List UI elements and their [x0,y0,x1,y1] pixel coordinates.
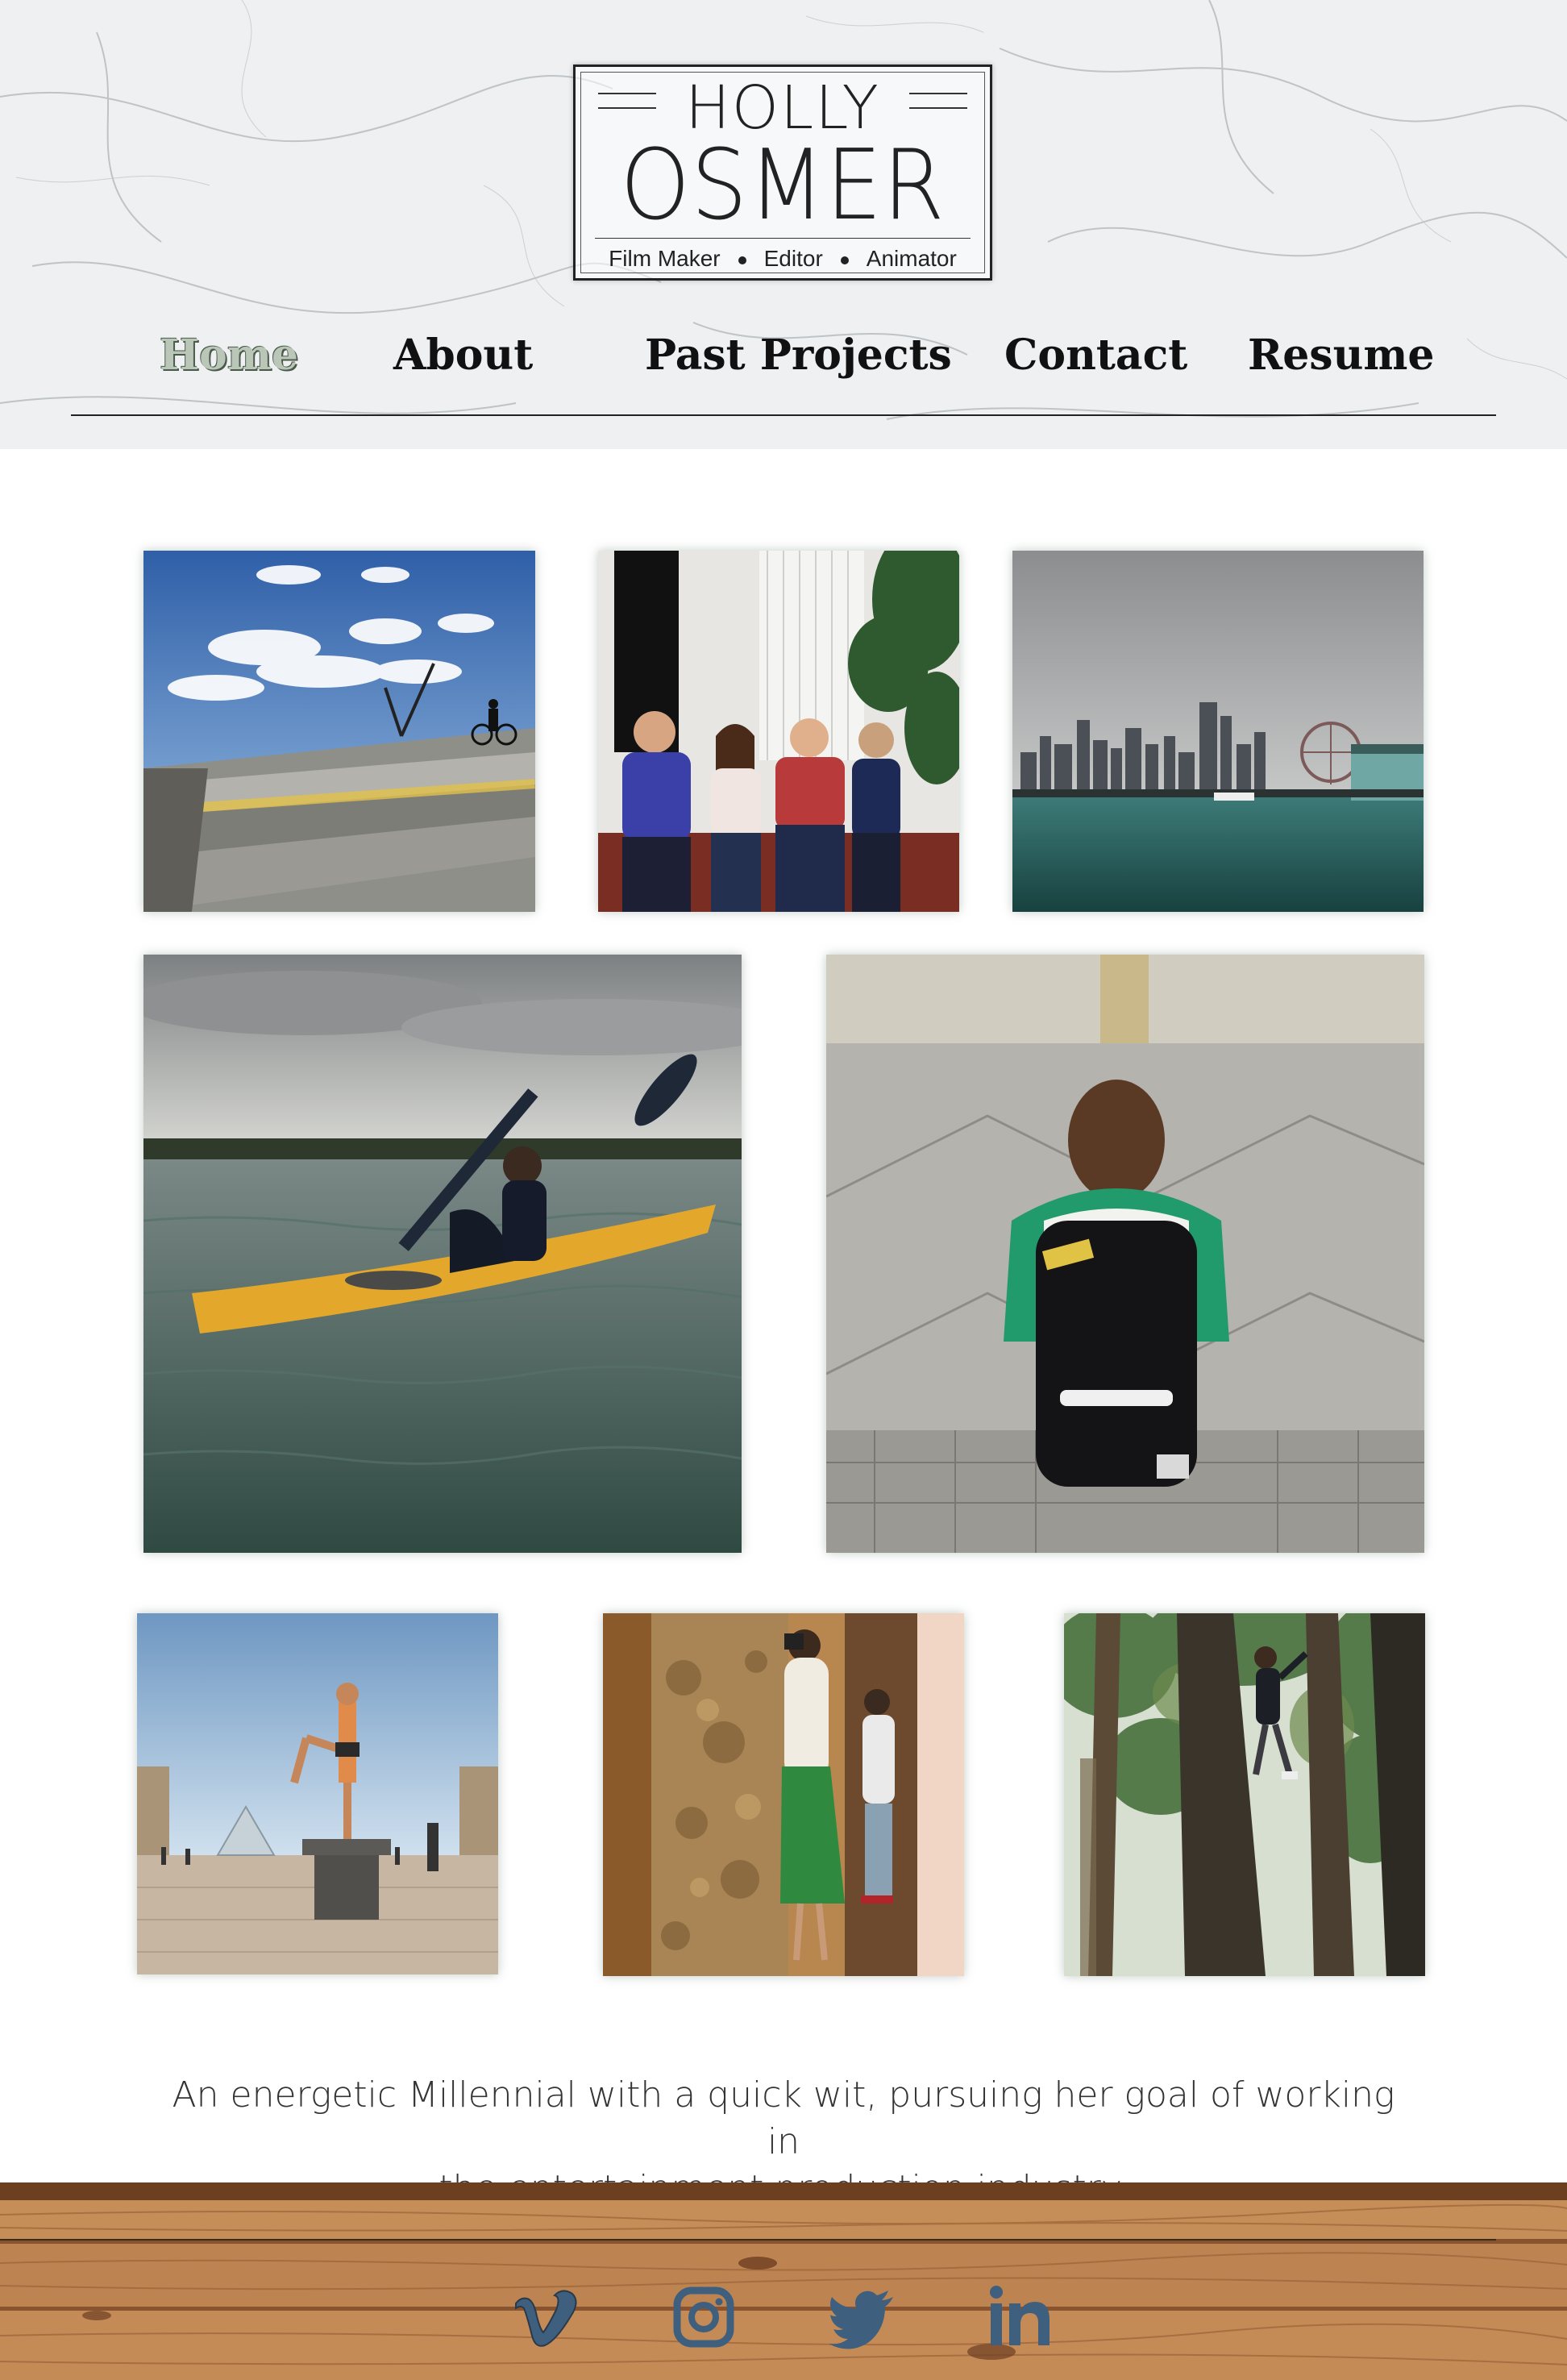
site-logo[interactable]: HOLLY OSMER Film Maker Editor Animator [573,64,992,281]
photo-image [1064,1613,1425,1976]
bullet-icon [840,256,849,264]
gallery-photo-steps[interactable] [143,551,535,912]
logo-first-name: HOLLY [685,73,880,143]
logo-roles: Film Maker Editor Animator [576,248,990,270]
photo-image [137,1613,498,1974]
gallery-photo-tree[interactable] [1064,1613,1425,1976]
logo-role: Editor [763,246,823,271]
logo-role: Film Maker [609,246,721,271]
photo-image [826,955,1424,1553]
nav-about[interactable]: About [393,331,533,380]
tagline-line-1: An energetic Millennial with a quick wit… [172,2074,1395,2162]
linkedin-icon [990,2286,1050,2345]
nav-divider [71,414,1496,416]
vimeo-link[interactable] [509,2281,582,2353]
twitter-link[interactable] [825,2281,898,2353]
logo-role: Animator [866,246,957,271]
nav-home[interactable]: Home [160,331,298,380]
footer-divider [0,2239,1496,2241]
bullet-icon [738,256,746,264]
nav-resume[interactable]: Resume [1248,331,1435,380]
photo-image [598,551,959,912]
gallery-photo-backpack[interactable] [826,955,1424,1553]
nav-contact[interactable]: Contact [1004,331,1187,380]
gallery-photo-skyline[interactable] [1012,551,1424,912]
main-nav: Home About Past Projects Contact Resume [0,331,1567,387]
logo-rule [595,238,971,239]
gallery-photo-group[interactable] [598,551,959,912]
vimeo-icon [515,2290,577,2347]
photo-image [603,1613,964,1976]
twitter-icon [829,2291,893,2349]
wood-background [0,2182,1567,2380]
logo-last-name: OSMER [620,130,946,242]
nav-past-projects[interactable]: Past Projects [645,331,952,380]
photo-image [143,551,535,912]
instagram-icon [673,2286,734,2348]
gallery-photo-photographer[interactable] [603,1613,964,1976]
photo-image [1012,551,1424,912]
linkedin-link[interactable] [983,2281,1056,2353]
gallery-photo-pyramid[interactable] [137,1613,498,1974]
instagram-link[interactable] [667,2281,740,2353]
site-footer [0,2182,1567,2380]
photo-image [143,955,742,1553]
gallery-photo-kayak[interactable] [143,955,742,1553]
site-header: HOLLY OSMER Film Maker Editor Animator Hom… [0,0,1567,449]
